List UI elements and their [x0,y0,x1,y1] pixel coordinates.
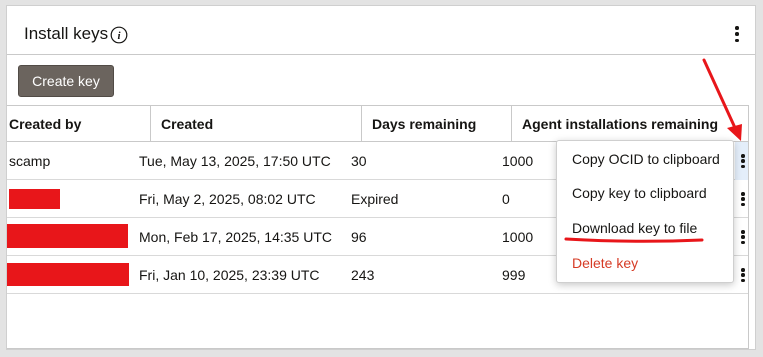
redaction-mark [9,189,60,209]
cell-created: Fri, May 2, 2025, 08:02 UTC [139,191,316,207]
info-icon[interactable]: i [110,26,128,44]
cell-created: Tue, May 13, 2025, 17:50 UTC [139,153,331,169]
cell-days-remaining: 30 [351,153,367,169]
panel-more-kebab-icon[interactable] [729,24,745,44]
row-actions-menu: Copy OCID to clipboard Copy key to clipb… [556,140,734,283]
column-header-days-remaining[interactable]: Days remaining [362,106,512,142]
redaction-mark [7,224,128,248]
cell-created: Fri, Jan 10, 2025, 23:39 UTC [139,267,320,283]
panel-header: Install keys i [7,6,755,54]
cell-installations-remaining: 1000 [502,229,534,245]
row-actions-kebab-icon[interactable] [735,142,748,180]
row-actions-kebab-icon[interactable] [735,266,748,284]
row-actions-kebab-icon[interactable] [735,228,748,246]
column-header-created-by[interactable]: Created by [7,106,151,142]
cell-days-remaining: 243 [351,267,375,283]
cell-days-remaining: 96 [351,229,367,245]
panel-title: Install keys [24,24,109,43]
cell-installations-remaining: 0 [502,191,510,207]
table-header-row: Created by Created Days remaining Agent … [7,106,748,142]
cell-installations-remaining: 1000 [502,153,534,169]
menu-item-download-key[interactable]: Download key to file [572,220,697,236]
svg-text:i: i [117,30,121,42]
menu-item-delete-key[interactable]: Delete key [572,255,638,271]
create-key-button[interactable]: Create key [18,65,114,97]
cell-created-by: scamp [9,153,51,169]
row-actions-kebab-icon[interactable] [735,190,748,208]
cell-days-remaining: Expired [351,191,399,207]
column-header-created[interactable]: Created [151,106,362,142]
redaction-mark [7,263,129,286]
menu-item-copy-ocid[interactable]: Copy OCID to clipboard [572,151,720,167]
cell-installations-remaining: 999 [502,267,526,283]
cell-created: Mon, Feb 17, 2025, 14:35 UTC [139,229,332,245]
column-header-agent-installations-remaining[interactable]: Agent installations remaining [512,106,748,142]
menu-item-copy-key[interactable]: Copy key to clipboard [572,185,707,201]
